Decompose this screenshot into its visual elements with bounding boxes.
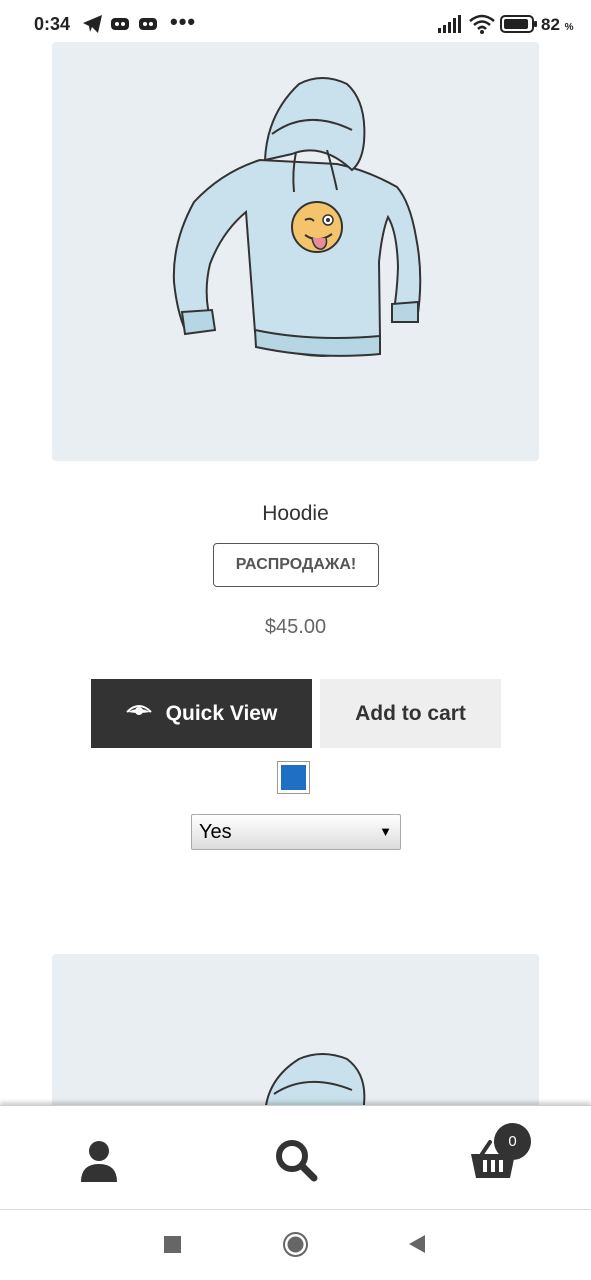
sale-badge: РАСПРОДАЖА!	[213, 543, 379, 587]
option-select-value: Yes	[199, 820, 232, 843]
option-select[interactable]: Yes ▼	[191, 814, 401, 850]
quick-view-button[interactable]: Quick View	[91, 679, 312, 748]
recents-button[interactable]	[163, 1235, 183, 1260]
add-to-cart-button[interactable]: Add to cart	[320, 679, 501, 748]
color-swatch-fill	[281, 765, 306, 790]
back-button[interactable]	[406, 1233, 428, 1260]
product-title[interactable]: Hoodie	[0, 502, 591, 526]
discord-icon	[138, 14, 160, 39]
product-price: $45.00	[264, 616, 327, 638]
android-nav-bar	[0, 1211, 591, 1280]
dropdown-arrow-icon: ▼	[379, 824, 392, 839]
wifi-icon	[469, 14, 495, 39]
product-image[interactable]	[52, 42, 539, 461]
telegram-icon	[82, 14, 104, 39]
discord-icon	[110, 14, 132, 39]
quick-view-label: Quick View	[165, 701, 278, 725]
search-icon[interactable]	[272, 1136, 322, 1186]
signal-icon	[437, 14, 461, 39]
status-time: 0:34	[34, 14, 71, 34]
hoodie-illustration	[172, 77, 422, 358]
cart-count-badge: 0	[494, 1123, 531, 1160]
battery-percent: 82 %	[541, 15, 574, 34]
color-swatch[interactable]	[277, 761, 310, 794]
battery-icon	[500, 14, 538, 39]
account-icon[interactable]	[75, 1136, 125, 1186]
eye-icon	[125, 702, 152, 726]
home-button[interactable]	[282, 1231, 309, 1263]
more-dots-icon: •••	[170, 9, 197, 34]
